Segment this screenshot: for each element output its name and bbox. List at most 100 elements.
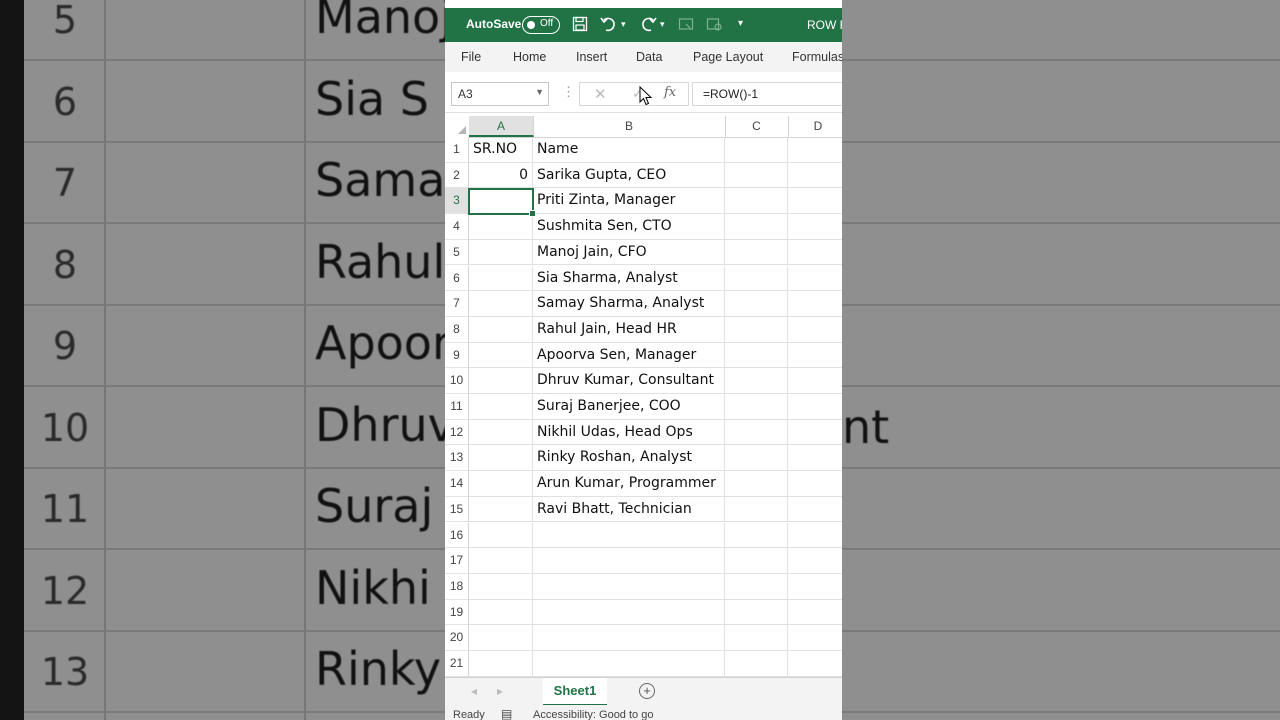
cell-d[interactable]	[788, 266, 842, 292]
cell-b[interactable]	[533, 599, 725, 626]
row-header[interactable]: 14	[445, 471, 469, 497]
cell-c[interactable]	[725, 239, 788, 266]
tab-data[interactable]: Data	[636, 50, 662, 64]
sheet-tab-sheet1[interactable]: Sheet1	[543, 678, 607, 706]
cell-c[interactable]	[725, 368, 788, 394]
cell-b[interactable]: Sarika Gupta, CEO	[533, 162, 725, 189]
cell-c[interactable]	[725, 496, 788, 523]
cell-b[interactable]: Suraj Banerjee, COO	[533, 394, 725, 420]
cell-a[interactable]: 0	[469, 162, 533, 189]
row-header[interactable]: 13	[445, 445, 469, 472]
cell-b[interactable]: Priti Zinta, Manager	[533, 188, 725, 215]
cancel-icon[interactable]: ✕	[594, 85, 607, 103]
cell-d[interactable]	[788, 343, 842, 369]
cell-d[interactable]	[788, 548, 842, 574]
cell-c[interactable]	[725, 651, 788, 677]
cell-a[interactable]	[469, 316, 533, 343]
fill-handle[interactable]	[529, 210, 536, 218]
cell-d[interactable]	[788, 497, 842, 523]
tab-formulas[interactable]: Formulas	[792, 50, 842, 64]
cell-d[interactable]	[788, 291, 842, 317]
column-header-a[interactable]: A	[469, 116, 534, 137]
cell-d[interactable]	[788, 445, 842, 472]
undo-dropdown-icon[interactable]: ▾	[621, 19, 626, 30]
row-header[interactable]: 17	[445, 548, 469, 574]
cell-d[interactable]	[788, 394, 842, 420]
tab-page-layout[interactable]: Page Layout	[693, 50, 763, 64]
row-header[interactable]: 21	[445, 651, 469, 677]
row-header[interactable]: 6	[445, 265, 469, 292]
cell-d[interactable]	[788, 214, 842, 240]
cell-a[interactable]	[469, 214, 533, 240]
row-header[interactable]: 5	[445, 239, 469, 266]
accessibility-status[interactable]: Accessibility: Good to go	[533, 709, 653, 720]
cell-c[interactable]	[725, 162, 788, 189]
row-header[interactable]: 15	[445, 496, 469, 523]
cell-a[interactable]	[469, 291, 533, 317]
row-header[interactable]: 20	[445, 625, 469, 651]
column-header-b[interactable]: B	[533, 116, 726, 137]
row-header[interactable]: 2	[445, 162, 469, 189]
cell-c[interactable]	[725, 394, 788, 420]
cell-a[interactable]: SR.NO	[469, 137, 533, 163]
cell-c[interactable]	[725, 445, 788, 472]
cell-d[interactable]	[788, 420, 842, 446]
cell-d[interactable]	[788, 600, 842, 626]
cell-d[interactable]	[788, 188, 842, 215]
cell-c[interactable]	[725, 265, 788, 292]
sheet-prev-icon[interactable]: ◂	[471, 684, 477, 698]
cell-c[interactable]	[725, 625, 788, 651]
cell-d[interactable]	[788, 368, 842, 394]
row-header[interactable]: 19	[445, 599, 469, 626]
cell-b[interactable]: Apoorva Sen, Manager	[533, 342, 725, 369]
cell-c[interactable]	[725, 316, 788, 343]
cell-b[interactable]: Name	[533, 137, 725, 163]
select-all-button[interactable]	[445, 116, 470, 137]
cell-b[interactable]	[533, 573, 725, 600]
cell-b[interactable]	[533, 548, 725, 574]
row-header[interactable]: 9	[445, 342, 469, 369]
macro-record-icon[interactable]: ▤	[501, 707, 512, 720]
cell-c[interactable]	[725, 548, 788, 574]
cell-c[interactable]	[725, 599, 788, 626]
cell-c[interactable]	[725, 137, 788, 163]
cell-b[interactable]	[533, 625, 725, 651]
cell-b[interactable]: Rinky Roshan, Analyst	[533, 445, 725, 472]
cell-c[interactable]	[725, 419, 788, 446]
cell-d[interactable]	[788, 240, 842, 266]
cell-d[interactable]	[788, 471, 842, 497]
customize-toolbar-icon[interactable]: ▾	[738, 18, 743, 29]
cell-d[interactable]	[788, 625, 842, 651]
row-header[interactable]: 3	[445, 188, 469, 215]
cell-b[interactable]: Ravi Bhatt, Technician	[533, 496, 725, 523]
chevron-down-icon[interactable]: ▼	[535, 87, 544, 97]
cell-c[interactable]	[725, 522, 788, 549]
tab-file[interactable]: File	[461, 50, 481, 64]
more-options-icon[interactable]: ⋮	[562, 84, 575, 100]
cell-b[interactable]: Rahul Jain, Head HR	[533, 316, 725, 343]
undo-icon[interactable]	[600, 16, 618, 36]
column-header-d[interactable]: D	[788, 116, 842, 137]
cell-a[interactable]	[469, 471, 533, 497]
autosave-toggle[interactable]: Off	[522, 16, 560, 34]
row-header[interactable]: 1	[445, 137, 469, 163]
cell-c[interactable]	[725, 573, 788, 600]
row-header[interactable]: 12	[445, 419, 469, 446]
row-header[interactable]: 10	[445, 368, 469, 394]
cell-d[interactable]	[788, 651, 842, 677]
cell-a[interactable]	[469, 265, 533, 292]
cell-a[interactable]	[469, 445, 533, 472]
cell-a[interactable]	[469, 394, 533, 420]
save-icon[interactable]	[572, 16, 588, 36]
row-header[interactable]: 8	[445, 316, 469, 343]
cell-c[interactable]	[725, 471, 788, 497]
row-header[interactable]: 11	[445, 394, 469, 420]
redo-icon[interactable]	[639, 16, 657, 36]
cell-a[interactable]	[469, 419, 533, 446]
cell-b[interactable]: Nikhil Udas, Head Ops	[533, 419, 725, 446]
cell-a[interactable]	[469, 573, 533, 600]
tab-home[interactable]: Home	[513, 50, 546, 64]
cell-a[interactable]	[469, 599, 533, 626]
add-sheet-icon[interactable]: +	[639, 683, 655, 699]
cell-a[interactable]	[469, 522, 533, 549]
